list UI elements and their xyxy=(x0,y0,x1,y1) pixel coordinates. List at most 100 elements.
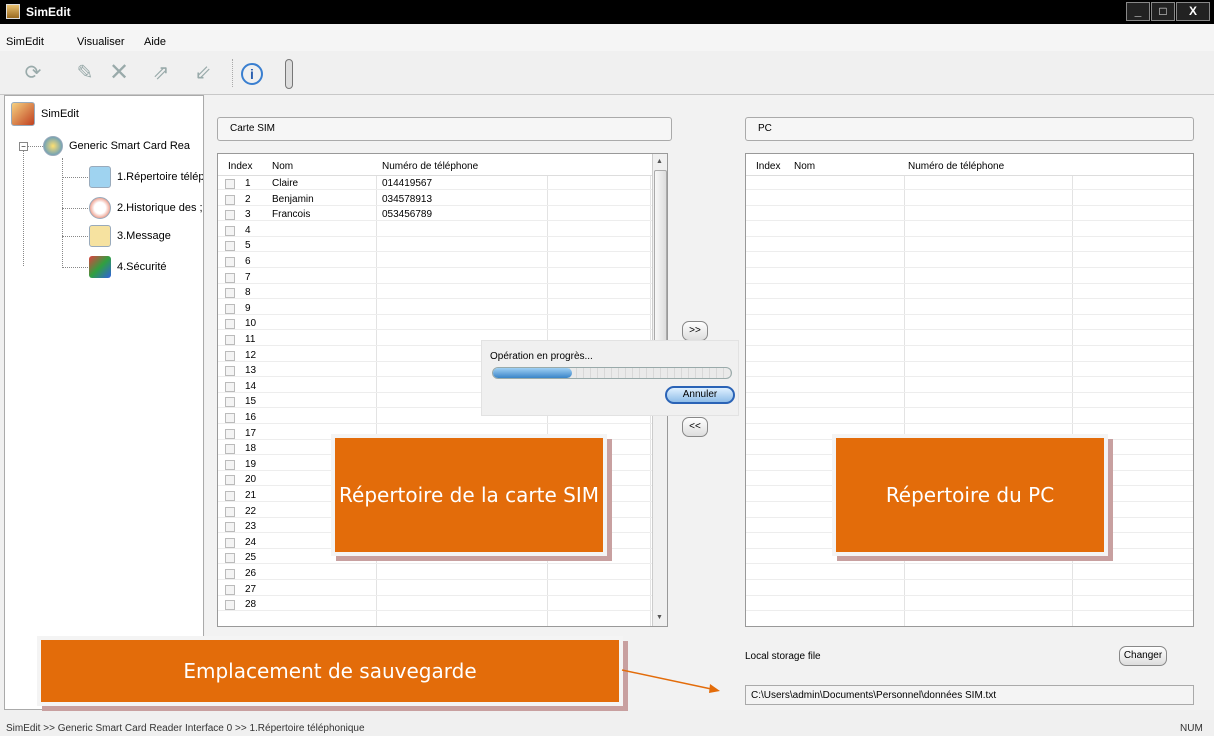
table-row xyxy=(746,318,1193,331)
row-checkbox[interactable] xyxy=(225,600,235,611)
row-checkbox[interactable] xyxy=(225,584,235,595)
menu-visualiser[interactable]: Visualiser xyxy=(77,36,125,48)
row-checkbox[interactable] xyxy=(225,553,235,564)
row-checkbox[interactable] xyxy=(225,366,235,377)
table-row xyxy=(746,225,1193,237)
copy-to-sim-button[interactable]: << xyxy=(682,417,708,437)
table-row[interactable]: 1 Claire 014419567 xyxy=(218,178,667,190)
tree-item-phonebook[interactable]: 1.Répertoire télép xyxy=(89,166,203,188)
row-index: 3 xyxy=(245,209,251,221)
row-checkbox[interactable] xyxy=(225,225,235,236)
pc-directory-callout: Répertoire du PC xyxy=(832,434,1108,556)
minimize-button[interactable]: _ xyxy=(1126,2,1150,21)
row-index: 12 xyxy=(245,349,257,361)
menu-aide[interactable]: Aide xyxy=(144,36,166,48)
row-checkbox[interactable] xyxy=(225,210,235,221)
row-checkbox[interactable] xyxy=(225,319,235,330)
row-index: 13 xyxy=(245,365,257,377)
menu-simedit[interactable]: SimEdit xyxy=(6,36,44,48)
row-phone: 053456789 xyxy=(382,209,433,221)
sim-to-pc-icon[interactable]: ⇗ xyxy=(148,60,174,86)
pc-col-index[interactable]: Index xyxy=(756,161,780,172)
tree-reader[interactable]: Generic Smart Card Rea xyxy=(43,136,203,156)
scroll-up-icon[interactable]: ▲ xyxy=(656,158,663,165)
row-index: 8 xyxy=(245,287,251,299)
table-row[interactable]: 4 xyxy=(218,225,667,237)
tree-item-security[interactable]: 4.Sécurité xyxy=(89,256,203,278)
collapse-icon[interactable]: − xyxy=(19,142,28,151)
table-row[interactable]: 8 xyxy=(218,287,667,300)
row-checkbox[interactable] xyxy=(225,272,235,283)
table-row[interactable]: 2 Benjamin 034578913 xyxy=(218,194,667,206)
refresh-icon[interactable]: ⟳ xyxy=(20,60,46,86)
row-checkbox[interactable] xyxy=(225,522,235,533)
pc-to-sim-icon[interactable]: ⇙ xyxy=(190,60,216,86)
row-index: 24 xyxy=(245,536,257,548)
row-index: 9 xyxy=(245,302,251,314)
storage-path-field[interactable]: C:\Users\admin\Documents\Personnel\donné… xyxy=(745,685,1194,705)
copy-to-pc-button[interactable]: >> xyxy=(682,321,708,341)
row-index: 10 xyxy=(245,318,257,330)
tree-item-label: 2.Historique des ; xyxy=(117,202,203,214)
pc-col-phone[interactable]: Numéro de téléphone xyxy=(908,161,1004,172)
table-row[interactable]: 28 xyxy=(218,599,667,612)
table-row xyxy=(746,381,1193,393)
row-checkbox[interactable] xyxy=(225,194,235,205)
row-index: 14 xyxy=(245,380,257,392)
row-checkbox[interactable] xyxy=(225,241,235,252)
row-checkbox[interactable] xyxy=(225,428,235,439)
table-row[interactable]: 3 Francois 053456789 xyxy=(218,209,667,222)
sim-directory-callout: Répertoire de la carte SIM xyxy=(331,434,607,556)
row-checkbox[interactable] xyxy=(225,381,235,392)
row-checkbox[interactable] xyxy=(225,413,235,423)
row-checkbox[interactable] xyxy=(225,537,235,548)
tree-item-label: 3.Message xyxy=(117,230,171,242)
edit-icon[interactable]: ✎ xyxy=(72,60,98,86)
row-name: Francois xyxy=(272,209,311,221)
row-checkbox[interactable] xyxy=(225,350,235,361)
table-row[interactable]: 27 xyxy=(218,584,667,596)
tree-item-message[interactable]: 3.Message xyxy=(89,225,203,247)
sim-grid-header: Index Nom Numéro de téléphone xyxy=(218,154,667,176)
row-checkbox[interactable] xyxy=(225,569,235,579)
table-row[interactable]: 6 xyxy=(218,256,667,268)
row-checkbox[interactable] xyxy=(225,475,235,486)
scroll-down-icon[interactable]: ▼ xyxy=(656,614,663,621)
tree-root[interactable]: SimEdit xyxy=(11,102,79,126)
row-checkbox[interactable] xyxy=(225,257,235,267)
table-row[interactable]: 5 xyxy=(218,240,667,253)
table-row[interactable]: 7 xyxy=(218,272,667,284)
sim-col-name[interactable]: Nom xyxy=(272,161,293,172)
row-checkbox[interactable] xyxy=(225,491,235,501)
info-icon[interactable]: i xyxy=(241,63,263,85)
table-row[interactable]: 9 xyxy=(218,303,667,315)
delete-icon[interactable]: ✕ xyxy=(106,60,132,86)
row-checkbox[interactable] xyxy=(225,335,235,345)
tree-item-call-history[interactable]: 2.Historique des ; xyxy=(89,197,203,219)
sim-col-phone[interactable]: Numéro de téléphone xyxy=(382,161,478,172)
maximize-button[interactable]: □ xyxy=(1151,2,1175,21)
tree-reader-label: Generic Smart Card Rea xyxy=(69,140,191,152)
table-row xyxy=(746,568,1193,580)
row-index: 11 xyxy=(245,334,256,345)
table-row[interactable]: 10 xyxy=(218,318,667,331)
cancel-button[interactable]: Annuler xyxy=(665,386,735,404)
row-checkbox[interactable] xyxy=(225,179,235,189)
row-checkbox[interactable] xyxy=(225,397,235,408)
sim-col-index[interactable]: Index xyxy=(228,161,252,172)
pc-col-name[interactable]: Nom xyxy=(794,161,815,172)
progress-bar xyxy=(492,367,732,379)
row-name: Benjamin xyxy=(272,193,314,205)
row-checkbox[interactable] xyxy=(225,506,235,517)
close-button[interactable]: X xyxy=(1176,2,1210,21)
table-row[interactable]: 26 xyxy=(218,568,667,580)
change-button[interactable]: Changer xyxy=(1119,646,1167,666)
usb-icon[interactable] xyxy=(285,59,293,89)
row-checkbox[interactable] xyxy=(225,444,235,455)
row-checkbox[interactable] xyxy=(225,303,235,314)
save-location-callout: Emplacement de sauvegarde xyxy=(37,636,623,706)
table-row xyxy=(746,584,1193,596)
row-checkbox[interactable] xyxy=(225,288,235,299)
scroll-thumb[interactable] xyxy=(654,170,667,350)
row-checkbox[interactable] xyxy=(225,459,235,470)
